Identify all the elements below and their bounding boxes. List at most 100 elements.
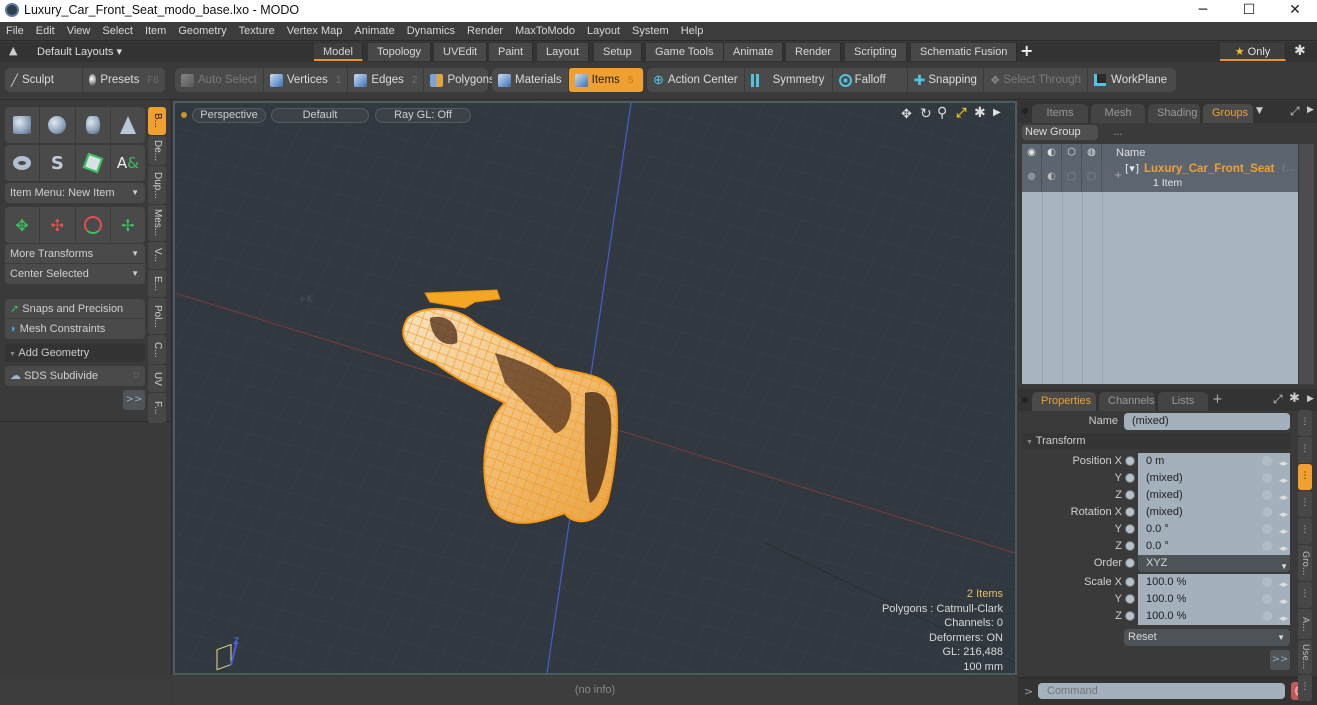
expand-panel-icon[interactable]: ⤢ — [1273, 392, 1283, 407]
scale-x-keyframe-icon[interactable] — [1125, 577, 1135, 587]
expand-plus-icon[interactable]: + — [1114, 170, 1122, 181]
select-column-icon[interactable]: ◍ — [1082, 144, 1102, 162]
spin-arrows-icon[interactable]: ◂▸ — [1279, 610, 1288, 627]
capsule-tool[interactable]: S — [40, 145, 76, 181]
rotation-x-field[interactable]: (mixed) ◂▸ — [1138, 504, 1290, 521]
panel-menu-arrow-icon[interactable]: ▶ — [1307, 394, 1314, 404]
position-x-keyframe-icon[interactable] — [1125, 456, 1135, 466]
tab-items[interactable]: Items — [1032, 104, 1088, 123]
order-dropdown[interactable]: XYZ ▼ — [1138, 555, 1290, 572]
maximize-button[interactable]: ☐ — [1226, 0, 1272, 22]
rotation-z-field[interactable]: 0.0 ° ◂▸ — [1138, 538, 1290, 555]
maximize-viewport-icon[interactable]: ⤢ — [956, 106, 966, 121]
menu-vertex-map[interactable]: Vertex Map — [281, 22, 349, 41]
snaps-precision-button[interactable]: ➚ Snaps and Precision — [5, 299, 145, 319]
menu-maxtomodo[interactable]: MaxToModo — [509, 22, 581, 41]
add-geometry-section[interactable]: ▼ Add Geometry — [5, 344, 145, 362]
transform-tool[interactable]: ✢ — [111, 207, 145, 243]
tab-shading[interactable]: Shading — [1148, 104, 1200, 123]
menu-layout[interactable]: Layout — [581, 22, 626, 41]
tab-schematic-fusion[interactable]: Schematic Fusion — [911, 43, 1018, 61]
visibility-toggle-icon[interactable]: ● — [1022, 162, 1042, 192]
scale-tool[interactable] — [76, 207, 111, 243]
auto-select-button[interactable]: Auto Select — [175, 68, 264, 92]
3d-viewport[interactable]: +K Z Perspective Default Ray GL: Off ✥ ↻… — [173, 101, 1017, 675]
tab-topology[interactable]: Topology — [368, 43, 432, 61]
reset-dropdown[interactable]: Reset ▼ — [1124, 629, 1290, 646]
torus-tool[interactable] — [5, 145, 41, 181]
vtab-deform[interactable]: De... — [148, 136, 166, 165]
layout-settings-gear-icon[interactable]: ✱ — [1294, 43, 1306, 59]
rotation-z-keyframe-icon[interactable] — [1125, 541, 1135, 551]
menu-dynamics[interactable]: Dynamics — [401, 22, 461, 41]
menu-animate[interactable]: Animate — [348, 22, 400, 41]
mesh-constraints-button[interactable]: ◗ Mesh Constraints — [5, 319, 145, 339]
item-menu-dropdown[interactable]: Item Menu: New Item ▼ — [5, 183, 145, 203]
rvtab-groups[interactable]: Gro... — [1298, 545, 1312, 581]
sds-subdivide-button[interactable]: ☁ SDS Subdivide D — [5, 366, 145, 386]
menu-geometry[interactable]: Geometry — [172, 22, 232, 41]
tab-model[interactable]: Model — [314, 43, 363, 61]
scale-y-field[interactable]: 100.0 % ◂▸ — [1138, 591, 1290, 608]
rotation-y-keyframe-icon[interactable] — [1125, 524, 1135, 534]
action-center-button[interactable]: ⊕ Action Center — [647, 68, 745, 92]
menu-view[interactable]: View — [61, 22, 97, 41]
menu-item[interactable]: Item — [139, 22, 172, 41]
rotation-x-keyframe-icon[interactable] — [1125, 507, 1135, 517]
new-group-button[interactable]: New Group — [1022, 125, 1098, 140]
perspective-button[interactable]: Perspective — [192, 108, 266, 123]
rvtab-7[interactable]: ⋮ — [1298, 582, 1312, 608]
tab-channels[interactable]: Channels — [1099, 392, 1155, 411]
expand-panel-icon[interactable]: ⤢ — [1290, 104, 1300, 119]
presets-button[interactable]: Presets F6 — [83, 68, 165, 92]
materials-button[interactable]: Materials — [492, 68, 569, 92]
visibility-column-icon[interactable]: ◉ — [1022, 144, 1042, 162]
cone-tool[interactable] — [111, 107, 145, 143]
sphere-tool[interactable] — [40, 107, 76, 143]
menu-file[interactable]: File — [0, 22, 30, 41]
rotate-tool[interactable]: ✣ — [40, 207, 76, 243]
pan-icon[interactable]: ✥ — [901, 107, 912, 122]
tab-groups[interactable]: Groups — [1203, 104, 1253, 123]
rvtab-assemblies[interactable]: A... — [1298, 609, 1312, 639]
scale-y-keyframe-icon[interactable] — [1125, 594, 1135, 604]
scale-z-field[interactable]: 100.0 % ◂▸ — [1138, 608, 1290, 625]
vertices-button[interactable]: Vertices 1 — [264, 68, 349, 92]
sculpt-button[interactable]: ╱ Sculpt — [5, 68, 83, 92]
orbit-icon[interactable]: ↻ — [920, 106, 932, 122]
group-row[interactable]: ● ◐ ▢ ▢ + [▾] Luxury_Car_Front_Seat (...… — [1022, 162, 1298, 192]
cylinder-tool[interactable] — [76, 107, 111, 143]
layout-arrow-icon[interactable]: ▲ — [9, 44, 17, 57]
vtab-fusion[interactable]: F... — [148, 393, 166, 423]
tabs-dropdown-icon[interactable]: ▼ — [1256, 106, 1263, 116]
vtab-mesh-edit[interactable]: Mes... — [148, 205, 166, 241]
vtab-basic[interactable]: B... — [148, 107, 166, 135]
rvtab-5[interactable]: ⋮ — [1298, 518, 1312, 544]
tab-game-tools[interactable]: Game Tools — [646, 43, 724, 61]
rotation-y-field[interactable]: 0.0 ° ◂▸ — [1138, 521, 1290, 538]
snapping-button[interactable]: ✚ Snapping — [908, 68, 984, 92]
menu-select[interactable]: Select — [96, 22, 139, 41]
lock-toggle-icon[interactable]: ▢ — [1062, 162, 1082, 192]
more-properties-button[interactable]: >> — [1270, 650, 1290, 670]
menu-render[interactable]: Render — [461, 22, 509, 41]
scale-x-field[interactable]: 100.0 % ◂▸ — [1138, 574, 1290, 591]
position-y-field[interactable]: (mixed) ◂▸ — [1138, 470, 1290, 487]
workplane-button[interactable]: WorkPlane — [1088, 68, 1173, 92]
name-column-header[interactable]: Name — [1102, 144, 1145, 162]
select-toggle-icon[interactable]: ▢ — [1082, 162, 1102, 192]
panel-menu-arrow-icon[interactable]: ▶ — [1307, 105, 1314, 115]
cube-tool[interactable] — [5, 107, 41, 143]
render-toggle-icon[interactable]: ◐ — [1042, 162, 1062, 192]
close-button[interactable]: ✕ — [1272, 0, 1317, 22]
name-field[interactable]: (mixed) — [1124, 413, 1290, 430]
rvtab-3[interactable]: ⋮ — [1298, 464, 1312, 490]
center-selected-dropdown[interactable]: Center Selected ▼ — [5, 264, 145, 284]
command-input[interactable] — [1038, 683, 1285, 699]
menu-edit[interactable]: Edit — [30, 22, 61, 41]
tab-lists[interactable]: Lists — [1158, 392, 1208, 411]
select-through-button[interactable]: ❖ Select Through — [984, 68, 1089, 92]
default-layouts-dropdown[interactable]: Default Layouts ▾ — [37, 45, 122, 58]
position-y-keyframe-icon[interactable] — [1125, 473, 1135, 483]
minimize-button[interactable]: ─ — [1180, 0, 1226, 22]
